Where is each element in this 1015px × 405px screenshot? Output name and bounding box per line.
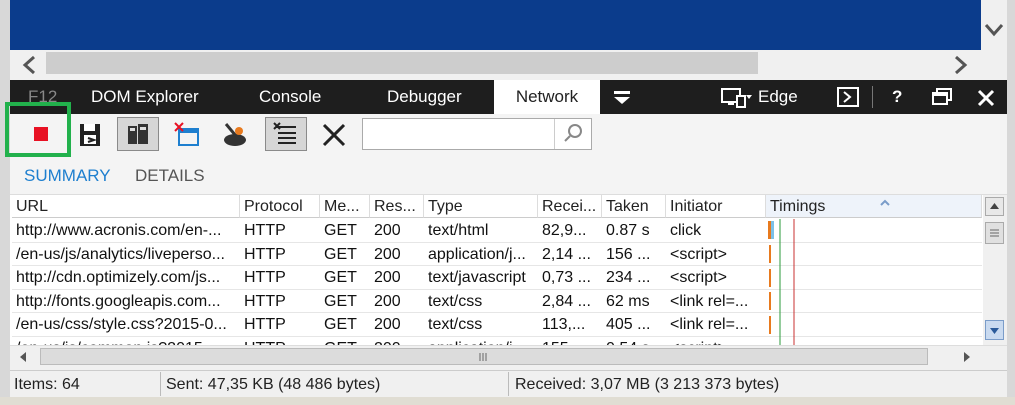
- tab-network[interactable]: Network: [494, 80, 600, 114]
- table-row[interactable]: [12, 243, 766, 267]
- received-size: Received: 3,07 MB (3 213 373 bytes): [515, 376, 780, 393]
- window-frame-bottom: [0, 397, 1015, 405]
- column-header[interactable]: Recei...: [538, 195, 602, 218]
- record-stop-icon[interactable]: [34, 127, 48, 141]
- clear-cache-icon[interactable]: [172, 120, 202, 150]
- window-frame-left: [0, 0, 10, 405]
- save-icon[interactable]: [76, 120, 106, 150]
- help-button[interactable]: ?: [892, 80, 902, 114]
- page-content: [10, 0, 981, 50]
- clear-cookies-icon[interactable]: [220, 120, 250, 150]
- console-toggle-icon[interactable]: [836, 80, 860, 114]
- chevron-down-icon[interactable]: [983, 18, 1005, 40]
- status-divider: [160, 372, 161, 396]
- table-hscroll-thumb[interactable]: [40, 348, 928, 365]
- scroll-left-icon[interactable]: [16, 350, 30, 364]
- column-header[interactable]: Initiator: [666, 195, 766, 218]
- table-row[interactable]: [12, 219, 766, 243]
- scroll-up-icon[interactable]: [985, 197, 1004, 216]
- column-header[interactable]: Me...: [320, 195, 370, 218]
- column-header[interactable]: URL: [12, 195, 240, 218]
- filter-icon[interactable]: [265, 117, 307, 151]
- clear-entries-icon[interactable]: [319, 120, 349, 150]
- undock-icon[interactable]: [930, 80, 954, 114]
- table-scroll-thumb[interactable]: [985, 222, 1004, 244]
- table-row[interactable]: [12, 290, 766, 314]
- table-row[interactable]: [12, 313, 766, 337]
- sent-size: Sent: 47,35 KB (48 486 bytes): [166, 376, 381, 393]
- chevron-left-icon[interactable]: [20, 55, 40, 75]
- page-scroll-thumb[interactable]: [46, 52, 758, 74]
- toolbar-divider: [872, 86, 873, 108]
- column-header[interactable]: Taken: [602, 195, 666, 218]
- sort-ascending-icon: [879, 194, 891, 212]
- tab-summary[interactable]: SUMMARY: [24, 166, 111, 186]
- tab-details[interactable]: DETAILS: [135, 166, 205, 186]
- column-header[interactable]: Type: [424, 195, 538, 218]
- scroll-down-icon[interactable]: [985, 320, 1004, 340]
- column-header[interactable]: Protocol: [240, 195, 320, 218]
- status-divider: [508, 372, 509, 396]
- tab-dom-explorer[interactable]: DOM Explorer: [91, 80, 199, 114]
- devtools-tab-bar: F12 DOM Explorer Console Debugger Networ…: [10, 80, 1007, 114]
- emulation-label[interactable]: Edge: [758, 80, 798, 114]
- table-row[interactable]: [12, 266, 766, 290]
- scroll-right-icon[interactable]: [960, 350, 974, 364]
- tab-debugger[interactable]: Debugger: [387, 80, 462, 114]
- timings-waterfall: [766, 219, 982, 350]
- import-icon[interactable]: [117, 117, 159, 151]
- column-header[interactable]: Timings: [766, 195, 982, 218]
- window-frame-right: [1007, 0, 1015, 405]
- tab-console[interactable]: Console: [259, 80, 321, 114]
- close-icon[interactable]: [974, 80, 998, 114]
- column-header[interactable]: Res...: [370, 195, 424, 218]
- search-icon[interactable]: [554, 119, 591, 149]
- items-count: Items: 64: [14, 376, 80, 393]
- chevron-right-icon[interactable]: [950, 55, 970, 75]
- more-tabs-icon[interactable]: [610, 80, 634, 114]
- emulation-icon[interactable]: [718, 80, 754, 114]
